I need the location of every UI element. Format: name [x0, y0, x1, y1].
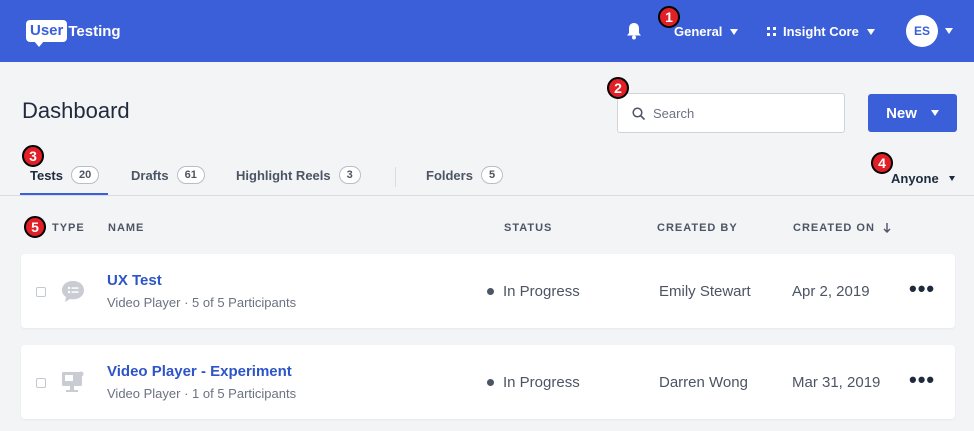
created-by-text: Emily Stewart [659, 283, 751, 300]
new-button[interactable]: New [868, 94, 957, 132]
grid-icon [767, 27, 776, 36]
sort-descending-icon [883, 223, 891, 233]
usertesting-logo[interactable]: User Testing [26, 19, 121, 47]
monitor-icon [62, 371, 84, 392]
owner-filter-label: Anyone [891, 171, 939, 186]
annotation-badge-3: 3 [22, 145, 44, 167]
tab-count-badge: 20 [71, 166, 100, 184]
chat-bubble-icon [62, 281, 84, 302]
column-header-status[interactable]: STATUS [504, 222, 552, 234]
row-subtitle: Video Player · 1 of 5 Participants [107, 386, 297, 401]
annotation-badge-2: 2 [607, 77, 629, 99]
tab-divider [395, 167, 396, 187]
top-navigation-bar: User Testing General Insight Core ES [0, 0, 974, 62]
tabs-divider [0, 195, 974, 196]
column-header-created-on[interactable]: CREATED ON [793, 222, 891, 234]
chevron-down-icon [948, 176, 955, 181]
status-text: In Progress [503, 283, 580, 300]
tab-count-badge: 61 [176, 166, 205, 184]
chevron-down-icon [866, 28, 875, 35]
tab-label: Tests [30, 167, 63, 183]
row-subtitle: Video Player · 5 of 5 Participants [107, 295, 297, 310]
created-on-text: Mar 31, 2019 [792, 374, 881, 391]
search-box[interactable] [617, 93, 845, 133]
created-on-text: Apr 2, 2019 [792, 283, 870, 300]
status-dot [487, 379, 494, 386]
tab-label: Drafts [131, 167, 169, 183]
workspace-label: General [674, 24, 723, 39]
column-header-label: CREATED ON [793, 222, 875, 234]
status-text: In Progress [503, 374, 580, 391]
status-dot [487, 288, 494, 295]
row-checkbox[interactable] [36, 378, 46, 388]
more-options-icon[interactable]: ••• [909, 276, 935, 302]
bell-icon[interactable] [626, 22, 642, 40]
tab-label: Folders [426, 167, 473, 183]
tab-count-badge: 3 [338, 166, 361, 184]
search-input[interactable] [653, 105, 823, 121]
column-header-name[interactable]: NAME [108, 222, 144, 234]
annotation-badge-1: 1 [658, 6, 680, 28]
more-options-icon[interactable]: ••• [909, 367, 935, 393]
table-row[interactable]: Video Player - Experiment Video Player ·… [21, 345, 955, 419]
tab-count-badge: 5 [480, 166, 504, 184]
column-header-created-by[interactable]: CREATED BY [657, 222, 738, 234]
owner-filter-dropdown[interactable]: Anyone [891, 171, 955, 186]
tab-label: Highlight Reels [236, 167, 331, 183]
logo-testing-text: Testing [68, 22, 121, 40]
row-title-link[interactable]: UX Test [107, 272, 162, 289]
created-by-text: Darren Wong [659, 374, 748, 391]
chevron-down-icon [730, 28, 739, 35]
column-header-type[interactable]: TYPE [52, 222, 85, 234]
search-icon [632, 106, 645, 120]
new-button-label: New [886, 104, 917, 122]
row-title-link[interactable]: Video Player - Experiment [107, 363, 292, 380]
tab-drafts[interactable]: Drafts 61 [131, 166, 205, 184]
page-title: Dashboard [22, 98, 130, 123]
tab-tests[interactable]: Tests 20 [30, 166, 100, 184]
account-label: Insight Core [783, 24, 859, 39]
account-dropdown[interactable]: Insight Core [767, 24, 875, 39]
row-checkbox[interactable] [36, 287, 46, 297]
annotation-badge-5: 5 [24, 216, 46, 238]
avatar-chevron-down-icon[interactable] [945, 28, 953, 34]
annotation-badge-4: 4 [871, 152, 893, 174]
table-row[interactable]: UX Test Video Player · 5 of 5 Participan… [21, 254, 955, 328]
logo-user-text: User [26, 20, 68, 47]
tab-folders[interactable]: Folders 5 [426, 166, 504, 184]
user-avatar[interactable]: ES [906, 15, 938, 47]
tab-highlight-reels[interactable]: Highlight Reels 3 [236, 166, 361, 184]
chevron-down-icon [930, 110, 939, 116]
workspace-dropdown[interactable]: General [674, 24, 739, 39]
